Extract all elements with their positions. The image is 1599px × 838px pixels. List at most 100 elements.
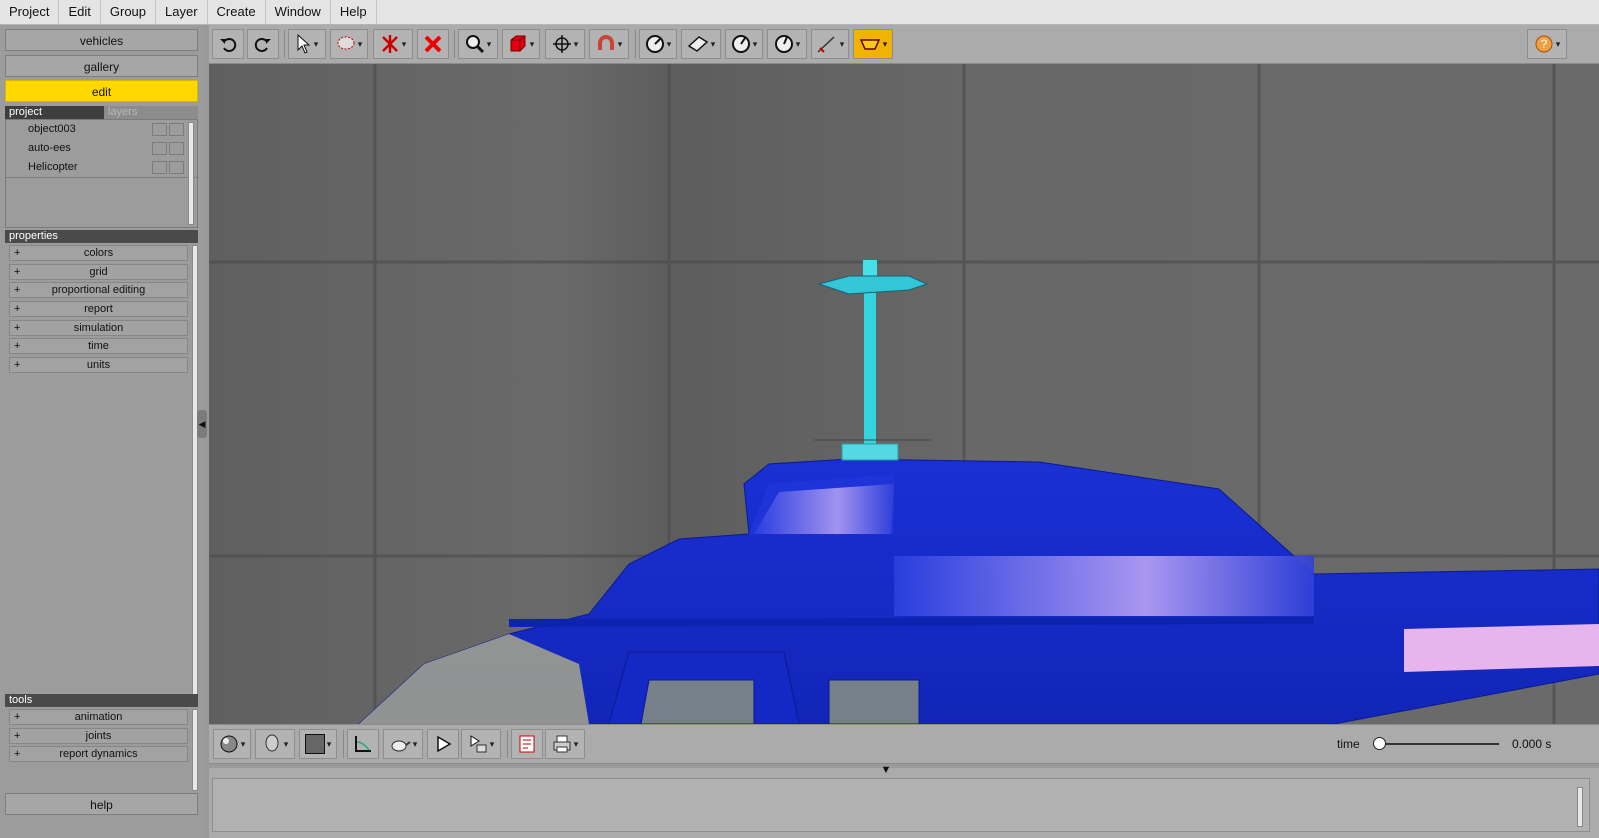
properties-scrollbar[interactable] — [192, 245, 198, 695]
menu-window[interactable]: Window — [266, 0, 331, 24]
time-slider[interactable] — [1381, 743, 1499, 745]
delete-icon[interactable] — [417, 29, 449, 59]
property-proportional-editing[interactable]: + proportional editing — [9, 282, 188, 298]
tab-project[interactable]: project — [5, 106, 104, 119]
list-item[interactable]: Helicopter — [6, 158, 197, 178]
menu-edit[interactable]: Edit — [59, 0, 101, 24]
menu-layer[interactable]: Layer — [156, 0, 208, 24]
graph-icon[interactable] — [347, 729, 379, 759]
menu-group[interactable]: Group — [101, 0, 157, 24]
cube-icon[interactable] — [502, 29, 540, 59]
select-icon[interactable] — [288, 29, 326, 59]
measure-icon[interactable] — [639, 29, 677, 59]
property-label: proportional editing — [51, 284, 146, 296]
explode-icon[interactable] — [373, 29, 413, 59]
tool-label: joints — [85, 730, 112, 742]
edit-button[interactable]: edit — [5, 80, 198, 102]
project-tabs: project layers — [5, 106, 198, 119]
shading-icon[interactable] — [213, 729, 251, 759]
help-icon[interactable]: ? — [1527, 29, 1567, 59]
object-list-scrollbar[interactable] — [188, 122, 194, 225]
property-label: colors — [83, 247, 114, 259]
magnet-icon[interactable] — [589, 29, 629, 59]
property-colors[interactable]: + colors — [9, 245, 188, 261]
lock-checkbox[interactable] — [169, 161, 184, 174]
gauge-icon[interactable] — [725, 29, 763, 59]
expand-icon: + — [14, 340, 21, 352]
property-simulation[interactable]: + simulation — [9, 320, 188, 336]
menu-create[interactable]: Create — [208, 0, 266, 24]
collapse-panel-handle[interactable]: ◀ — [197, 410, 207, 438]
viewport-scene — [209, 64, 1599, 724]
expand-icon: + — [14, 359, 21, 371]
play-range-icon[interactable] — [461, 729, 501, 759]
tool-report-dynamics[interactable]: + report dynamics — [9, 746, 188, 762]
menu-help[interactable]: Help — [331, 0, 377, 24]
expand-icon: + — [14, 711, 21, 723]
lock-checkbox[interactable] — [169, 123, 184, 136]
visibility-checkbox[interactable] — [152, 161, 167, 174]
property-time[interactable]: + time — [9, 338, 188, 354]
bottom-toolbar: time 0.000 s — [209, 724, 1599, 764]
main-toolbar: ? — [209, 25, 1599, 64]
tool-joints[interactable]: + joints — [9, 728, 188, 744]
list-item[interactable]: object003 — [6, 120, 197, 139]
object-name: auto-ees — [28, 142, 71, 154]
time-slider-knob[interactable] — [1373, 737, 1386, 750]
lock-checkbox[interactable] — [169, 142, 184, 155]
chevron-down-icon[interactable]: ▼ — [877, 764, 895, 776]
menu-project[interactable]: Project — [0, 0, 60, 24]
property-label: report — [84, 303, 113, 315]
expand-icon: + — [14, 730, 21, 742]
tool-animation[interactable]: + animation — [9, 709, 188, 725]
property-grid[interactable]: + grid — [9, 264, 188, 280]
gauge2-icon[interactable] — [767, 29, 807, 59]
head-icon[interactable] — [255, 729, 295, 759]
console-panel: ▼ — [209, 764, 1599, 838]
tab-layers[interactable]: layers — [104, 106, 198, 119]
time-value: 0.000 s — [1512, 737, 1552, 751]
undo-icon[interactable] — [212, 29, 244, 59]
list-item[interactable]: auto-ees — [6, 139, 197, 158]
help-button[interactable]: help — [5, 793, 198, 815]
properties-header: properties — [5, 230, 198, 243]
svg-text:?: ? — [1540, 37, 1547, 51]
expand-icon: + — [14, 284, 21, 296]
print-icon[interactable] — [545, 729, 585, 759]
zoom-icon[interactable] — [458, 29, 498, 59]
tool-label: report dynamics — [59, 748, 138, 760]
menu-bar: Project Edit Group Layer Create Window H… — [0, 0, 1599, 25]
expand-icon: + — [14, 266, 21, 278]
expand-icon: + — [14, 247, 21, 259]
visibility-checkbox[interactable] — [152, 123, 167, 136]
gallery-button[interactable]: gallery — [5, 55, 198, 77]
lasso-icon[interactable] — [330, 29, 368, 59]
tools-scrollbar[interactable] — [192, 709, 198, 791]
move-icon[interactable] — [545, 29, 585, 59]
console-scrollbar[interactable] — [1577, 787, 1583, 827]
teapot-icon[interactable] — [383, 729, 423, 759]
object-name: Helicopter — [28, 161, 78, 173]
ruler-icon[interactable] — [811, 29, 849, 59]
object-name: object003 — [28, 123, 76, 135]
property-label: time — [88, 340, 109, 352]
left-panel: vehicles gallery edit project layers obj… — [0, 25, 203, 838]
auto-icon[interactable] — [853, 29, 893, 59]
vehicles-button[interactable]: vehicles — [5, 29, 198, 51]
3d-viewport[interactable] — [209, 64, 1599, 724]
plane-icon[interactable] — [681, 29, 721, 59]
expand-icon: + — [14, 748, 21, 760]
property-units[interactable]: + units — [9, 357, 188, 373]
color-swatch-icon[interactable] — [299, 729, 337, 759]
tools-header: tools — [5, 694, 198, 707]
expand-icon: + — [14, 322, 21, 334]
expand-icon: + — [14, 303, 21, 315]
redo-icon[interactable] — [247, 29, 279, 59]
tool-label: animation — [74, 711, 123, 723]
visibility-checkbox[interactable] — [152, 142, 167, 155]
object-list: object003 auto-ees Helicopter — [5, 119, 198, 228]
report-icon[interactable] — [511, 729, 543, 759]
console-output[interactable] — [212, 778, 1590, 832]
property-report[interactable]: + report — [9, 301, 188, 317]
play-icon[interactable] — [427, 729, 459, 759]
